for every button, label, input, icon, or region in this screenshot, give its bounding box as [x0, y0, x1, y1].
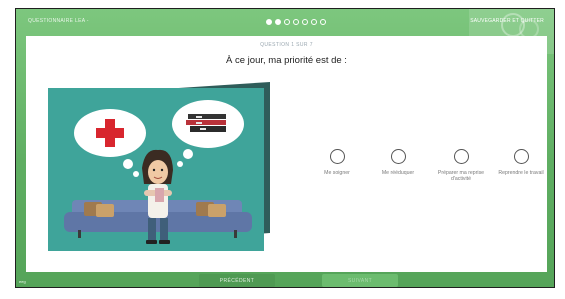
progress-dot: [302, 19, 308, 25]
patient-illustration: [48, 82, 270, 251]
option-me-reeduquer[interactable]: Me rééduquer: [370, 149, 426, 177]
option-label: Me rééduquer: [381, 170, 415, 176]
save-and-quit-link[interactable]: SAUVEGARDER ET QUITTER: [470, 18, 544, 24]
option-me-soigner[interactable]: Me soigner: [309, 149, 365, 177]
next-button[interactable]: SUIVANT: [322, 274, 398, 287]
questionnaire-frame: QUESTIONNAIRE LEA - SAUVEGARDER ET QUITT…: [15, 8, 555, 288]
corner-tag: eeg: [19, 279, 26, 284]
progress-dot: [311, 19, 317, 25]
option-reprendre-travail[interactable]: Reprendre le travail: [493, 149, 549, 177]
app-title: QUESTIONNAIRE LEA -: [28, 18, 89, 24]
bottom-bar: PRÉCÉDENT SUIVANT eeg: [16, 270, 554, 287]
option-label: Reprendre le travail: [498, 170, 544, 176]
progress-dot: [284, 19, 290, 25]
previous-button[interactable]: PRÉCÉDENT: [199, 274, 275, 287]
progress-dot: [275, 19, 281, 25]
question-title: À ce jour, ma priorité est de :: [226, 55, 347, 66]
radio-button[interactable]: [513, 149, 529, 164]
radio-button[interactable]: [329, 149, 345, 164]
option-label: Préparer ma reprise d'activité: [437, 170, 485, 182]
answer-options: Me soigner Me rééduquer Préparer ma repr…: [309, 149, 549, 209]
option-label: Me soigner: [324, 170, 350, 176]
progress-dot: [320, 19, 326, 25]
top-bar: QUESTIONNAIRE LEA - SAUVEGARDER ET QUITT…: [16, 9, 554, 54]
question-card: QUESTION 1 SUR 7 À ce jour, ma priorité …: [26, 36, 547, 272]
progress-dot: [293, 19, 299, 25]
radio-button[interactable]: [390, 149, 406, 164]
question-counter: QUESTION 1 SUR 7: [260, 42, 313, 48]
progress-dot: [266, 19, 272, 25]
radio-button[interactable]: [453, 149, 469, 164]
progress-dots: [266, 19, 326, 25]
option-preparer-reprise[interactable]: Préparer ma reprise d'activité: [433, 149, 489, 183]
